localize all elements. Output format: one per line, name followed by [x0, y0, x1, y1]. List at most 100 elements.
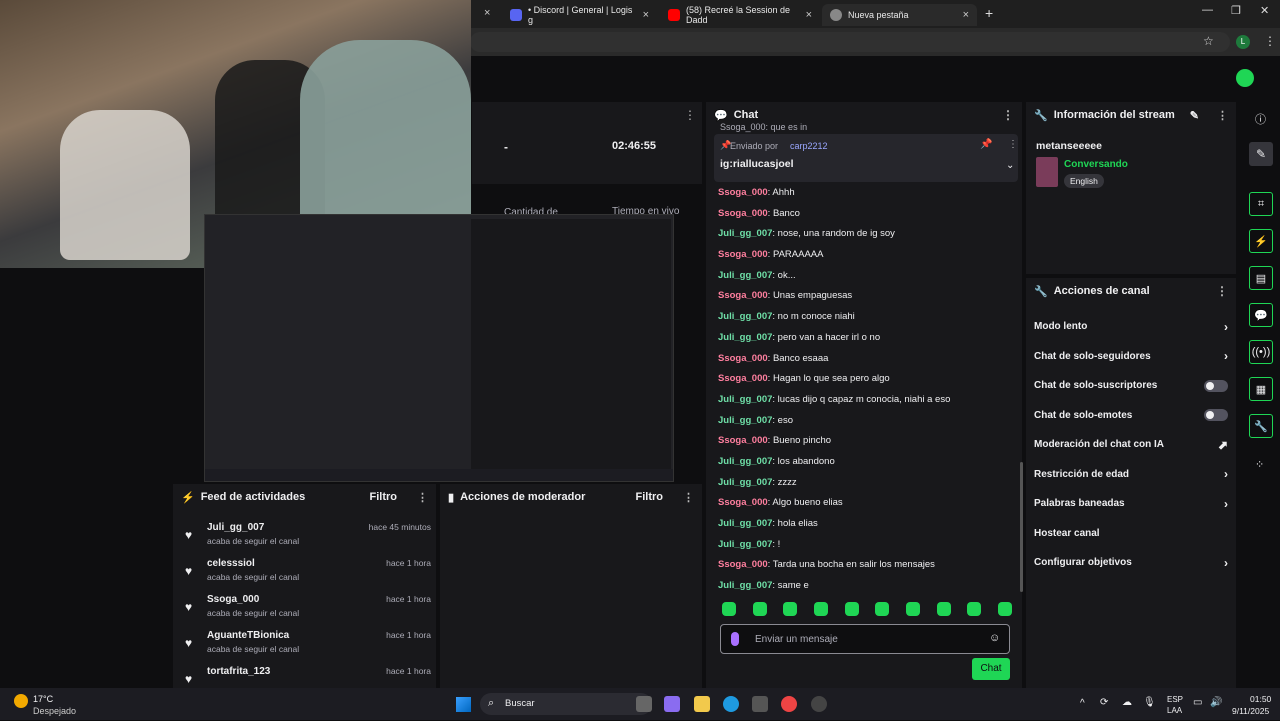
toggle-switch[interactable] [1204, 379, 1228, 392]
chat-username[interactable]: Ssoga_000 [718, 435, 768, 446]
maximize-icon[interactable]: ❐ [1231, 4, 1241, 17]
mic-tray-icon[interactable]: 🎙 [1143, 697, 1156, 708]
extensions-icon[interactable]: ⁘ [1255, 458, 1264, 471]
pinned-user[interactable]: carp2212 [790, 141, 828, 151]
panel-menu-icon[interactable]: ⋮ [417, 491, 428, 504]
feed-item[interactable]: ♥ Ssoga_000 acaba de seguir el canal hac… [181, 594, 431, 630]
category-name[interactable]: Conversando [1064, 159, 1128, 170]
chat-username[interactable]: Ssoga_000 [718, 559, 768, 570]
emote[interactable] [905, 602, 920, 616]
chat-username[interactable]: Juli_gg_007 [718, 228, 772, 239]
chat-username[interactable]: Juli_gg_007 [718, 311, 772, 322]
chat-message[interactable]: Juli_gg_007: zzzz [706, 473, 1016, 494]
network-icon[interactable]: ⟳ [1100, 697, 1108, 708]
channel-action-item[interactable]: Hostear canal [1026, 519, 1236, 549]
chat-message[interactable]: Ssoga_000: Algo bueno elias [706, 493, 1016, 514]
emote[interactable] [997, 602, 1012, 616]
layout-icon[interactable]: ▦ [1249, 377, 1273, 401]
mod-filter-button[interactable]: Filtro [636, 491, 664, 503]
channel-action-item[interactable]: Chat de solo-emotes [1026, 401, 1236, 431]
chat-username[interactable]: Juli_gg_007 [718, 518, 772, 529]
chat-message[interactable]: Juli_gg_007: hola elias [706, 514, 1016, 535]
chat-message[interactable]: Ssoga_000: Bueno pincho [706, 431, 1016, 452]
chat-username[interactable]: Juli_gg_007 [718, 270, 772, 281]
chat-username[interactable]: Juli_gg_007 [718, 332, 772, 343]
chat-username[interactable]: Ssoga_000 [718, 249, 768, 260]
chat-message[interactable]: Juli_gg_007: same e [706, 576, 1016, 597]
weather-icon[interactable] [14, 694, 28, 708]
task-view-icon[interactable] [636, 696, 652, 712]
chat-username[interactable]: Ssoga_000 [718, 353, 768, 364]
close-icon[interactable]: × [643, 9, 649, 21]
window-close-icon[interactable]: ✕ [1260, 4, 1269, 17]
edit-pencil-icon[interactable]: ✎ [1190, 109, 1199, 122]
chat-username[interactable]: Juli_gg_007 [718, 580, 772, 591]
chat-icon[interactable]: 💬 [1249, 303, 1273, 327]
minimize-icon[interactable]: — [1202, 4, 1213, 16]
emote[interactable] [875, 602, 890, 616]
cloud-icon[interactable]: ☁ [1122, 697, 1132, 708]
unpin-icon[interactable]: 📌 [980, 139, 992, 150]
feed-filter-button[interactable]: Filtro [370, 491, 398, 503]
close-icon[interactable]: × [963, 9, 969, 21]
tool-icon[interactable]: 🔧 [1249, 414, 1273, 438]
channel-action-item[interactable]: Configurar objetivos › [1026, 548, 1236, 578]
toggle-switch[interactable] [1204, 409, 1228, 422]
chat-message[interactable]: Juli_gg_007: eso [706, 411, 1016, 432]
lightning-icon[interactable]: ⚡ [1249, 229, 1273, 253]
channel-action-item[interactable]: Restricción de edad › [1026, 460, 1236, 490]
close-icon[interactable]: × [806, 9, 812, 21]
clock-time[interactable]: 01:50 [1250, 694, 1271, 704]
chat-message[interactable]: Juli_gg_007: no m conoce niahi [706, 307, 1016, 328]
tab-close-icon[interactable]: × [484, 7, 490, 19]
chat-username[interactable]: Ssoga_000 [718, 290, 768, 301]
emote[interactable] [783, 602, 798, 616]
chat-username[interactable]: Juli_gg_007 [718, 477, 772, 488]
edge-icon[interactable] [723, 696, 739, 712]
chat-username[interactable]: Ssoga_000 [718, 208, 768, 219]
feed-user[interactable]: Ssoga_000 [207, 594, 259, 605]
chat-input-field[interactable]: Enviar un mensaje ☺ [720, 624, 1010, 654]
chat-username[interactable]: Juli_gg_007 [718, 415, 772, 426]
emote[interactable] [813, 602, 828, 616]
chat-send-button[interactable]: Chat [972, 658, 1010, 680]
chat-message[interactable]: Ssoga_000: Hagan lo que sea pero algo [706, 369, 1016, 390]
bookmark-star-icon[interactable]: ☆ [1203, 34, 1214, 48]
panel-menu-icon[interactable]: ⋮ [1216, 284, 1228, 298]
chat-scrollbar[interactable] [1020, 462, 1023, 592]
chat-message[interactable]: Juli_gg_007: lucas dijo q capaz m conoci… [706, 390, 1016, 411]
app-icon[interactable] [811, 696, 827, 712]
chevron-right-icon[interactable]: › [1224, 467, 1228, 481]
chat-username[interactable]: Juli_gg_007 [718, 394, 772, 405]
lang-layout[interactable]: LAA [1167, 706, 1182, 715]
chat-username[interactable]: Ssoga_000 [718, 187, 768, 198]
chat-username[interactable]: Juli_gg_007 [718, 456, 772, 467]
emote[interactable] [967, 602, 982, 616]
emote[interactable] [844, 602, 859, 616]
panel-menu-icon[interactable]: ⋮ [683, 491, 694, 504]
chat-message[interactable]: Ssoga_000: Unas empaguesas [706, 286, 1016, 307]
chrome-taskbar-icon[interactable] [781, 696, 797, 712]
display-icon[interactable]: ▭ [1193, 697, 1202, 708]
chat-message[interactable]: Juli_gg_007: pero van a hacer irl o no [706, 328, 1016, 349]
feed-item[interactable]: ♥ Juli_gg_007 acaba de seguir el canal h… [181, 522, 431, 558]
pinned-message[interactable]: 📌 Enviado por carp2212 📌 ⋮ ig:riallucasj… [714, 134, 1018, 182]
mic-icon[interactable] [731, 632, 739, 646]
new-tab-button[interactable]: + [985, 5, 993, 21]
store-icon[interactable] [752, 696, 768, 712]
clip-icon[interactable]: ⌗ [1249, 192, 1273, 216]
browser-menu-icon[interactable]: ⋮ [1264, 34, 1276, 48]
chevron-right-icon[interactable]: › [1224, 349, 1228, 363]
channel-avatar[interactable] [1236, 69, 1254, 87]
feed-user[interactable]: Juli_gg_007 [207, 522, 264, 533]
feed-user[interactable]: tortafrita_123 [207, 666, 270, 677]
tab-youtube[interactable]: (58) Recreé la Session de Dadd × [660, 4, 820, 26]
chat-message[interactable]: Juli_gg_007: ok... [706, 266, 1016, 287]
lang-code[interactable]: ESP [1167, 695, 1183, 704]
widgets-icon[interactable] [664, 696, 680, 712]
chevron-right-icon[interactable]: › [1224, 497, 1228, 511]
chat-message[interactable]: Ssoga_000: Banco esaaa [706, 349, 1016, 370]
edit-icon[interactable]: ✎ [1249, 142, 1273, 166]
chat-username[interactable]: Juli_gg_007 [718, 539, 772, 550]
taskbar-search[interactable]: ⌕ Buscar [480, 693, 652, 715]
